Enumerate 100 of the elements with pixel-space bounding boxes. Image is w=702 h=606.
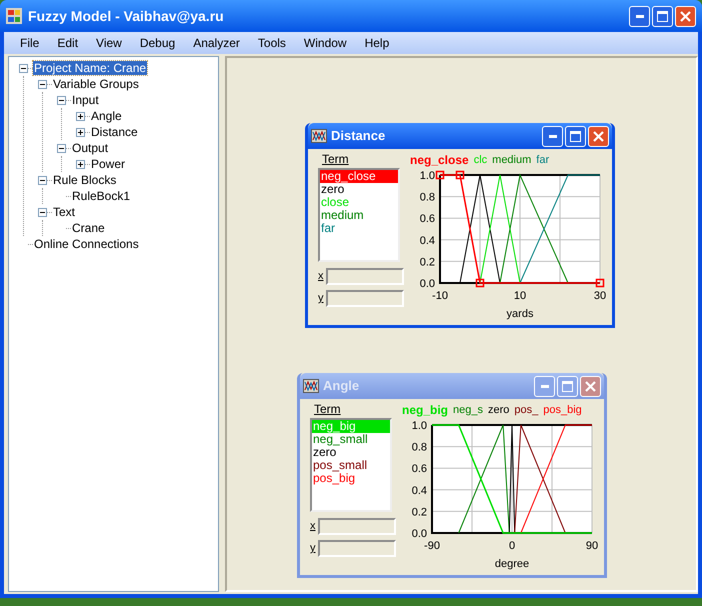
term-item[interactable]: zero (312, 446, 390, 459)
term-item[interactable]: medium (320, 209, 398, 222)
plus-icon (78, 130, 83, 134)
minimize-icon (548, 134, 556, 138)
x-tick-label: 10 (514, 290, 526, 302)
tree-item[interactable]: Input (71, 93, 100, 107)
legend-label: clc (474, 154, 488, 167)
legend-label: medium (492, 154, 532, 167)
y-tick-label: 0.4 (412, 484, 427, 497)
expand-toggle[interactable] (76, 160, 85, 168)
expand-toggle[interactable] (76, 128, 85, 136)
collapse-toggle[interactable] (38, 176, 47, 184)
expand-toggle[interactable] (76, 112, 85, 120)
collapse-toggle[interactable] (57, 144, 66, 152)
y-tick-label: 0.2 (412, 506, 427, 518)
minimize-icon (540, 384, 548, 388)
point-handle[interactable] (596, 278, 604, 288)
y-tick-label: 0.0 (412, 528, 427, 540)
minus-icon (59, 146, 64, 150)
tree-item[interactable]: RuleBock1 (71, 189, 132, 203)
window-title: Distance (331, 127, 386, 146)
tree-item[interactable]: Variable Groups (52, 77, 140, 91)
x-value-field[interactable] (318, 518, 396, 535)
term-item[interactable]: far (320, 222, 398, 235)
y-tick-label: 1.0 (420, 170, 435, 182)
tree-item[interactable]: Angle (90, 109, 123, 123)
y-field-label: y (310, 541, 316, 556)
y-tick-label: 0.6 (412, 463, 427, 476)
app-icon (6, 8, 22, 24)
window-title: Angle (323, 377, 360, 396)
legend-label: zero (488, 404, 510, 417)
legend-label: far (536, 154, 550, 167)
point-handle[interactable] (436, 170, 444, 180)
y-value-field[interactable] (326, 290, 404, 307)
x-tick-label: 90 (586, 540, 598, 552)
x-axis-title: degree (494, 558, 530, 570)
menu-item[interactable]: Help (356, 34, 398, 52)
y-tick-label: 0.4 (420, 234, 435, 247)
legend-label: neg_s (453, 404, 483, 417)
point-handle[interactable] (476, 278, 484, 288)
maximize-icon (570, 130, 581, 142)
minimize-icon (636, 14, 644, 18)
x-tick-label: -10 (432, 290, 448, 302)
minus-icon (21, 66, 26, 70)
close-button[interactable] (588, 126, 609, 146)
minimize-button[interactable] (542, 126, 563, 146)
legend-label: pos_ (514, 404, 538, 417)
x-field-label: x (310, 519, 316, 534)
collapse-toggle[interactable] (38, 80, 47, 88)
menu-item[interactable]: Edit (49, 34, 86, 52)
maximize-icon (562, 380, 573, 392)
x-value-field[interactable] (326, 268, 404, 285)
tree-item[interactable]: Project Name: Crane (33, 61, 148, 75)
menu-item[interactable]: View (88, 34, 130, 52)
term-item[interactable]: neg_small (312, 433, 390, 446)
menu-item[interactable]: Tools (250, 34, 294, 52)
tree-item[interactable]: Online Connections (33, 237, 140, 251)
plus-icon (78, 162, 83, 166)
tree-item[interactable]: Power (90, 157, 126, 171)
y-tick-label: 0.8 (420, 192, 435, 204)
maximize-button[interactable] (565, 126, 586, 146)
menu-item[interactable]: Debug (132, 34, 184, 52)
tree-item[interactable]: Text (52, 205, 76, 219)
minus-icon (40, 178, 45, 182)
term-label: Term (321, 152, 350, 167)
close-icon (680, 10, 691, 22)
x-tick-label: 0 (508, 540, 516, 552)
y-tick-label: 1.0 (412, 420, 427, 432)
menu-item[interactable]: File (12, 34, 48, 52)
term-item[interactable]: neg_close (320, 170, 398, 183)
y-field-label: y (318, 291, 324, 306)
maximize-button[interactable] (652, 6, 673, 26)
y-value-field[interactable] (318, 540, 396, 557)
y-tick-label: 0.2 (420, 256, 435, 268)
close-button[interactable] (675, 6, 696, 26)
collapse-toggle[interactable] (38, 208, 47, 216)
close-icon (593, 130, 604, 142)
x-tick-label: -90 (424, 540, 440, 552)
minus-icon (40, 82, 45, 86)
collapse-toggle[interactable] (19, 64, 28, 72)
term-item[interactable]: pos_small (312, 459, 390, 472)
point-handle[interactable] (456, 170, 464, 180)
plus-icon (78, 114, 83, 118)
y-tick-label: 0.6 (420, 213, 435, 226)
chart-app-icon (311, 129, 327, 143)
window-title: Fuzzy Model - Vaibhav@ya.ru (28, 6, 224, 26)
term-item[interactable]: zero (320, 183, 398, 196)
tree-item[interactable]: Crane (71, 221, 106, 235)
tree-item[interactable]: Distance (90, 125, 139, 139)
minimize-button[interactable] (629, 6, 650, 26)
tree-item[interactable]: Output (71, 141, 110, 155)
chart-app-icon (303, 379, 319, 393)
menu-item[interactable]: Analyzer (185, 34, 248, 52)
term-item[interactable]: pos_big (312, 472, 390, 485)
menu-item[interactable]: Window (296, 34, 355, 52)
close-button[interactable] (580, 376, 601, 396)
x-axis-title: yards (506, 308, 534, 320)
tree-item[interactable]: Rule Blocks (52, 173, 118, 187)
collapse-toggle[interactable] (57, 96, 66, 104)
legend-label: pos_big (543, 404, 582, 417)
